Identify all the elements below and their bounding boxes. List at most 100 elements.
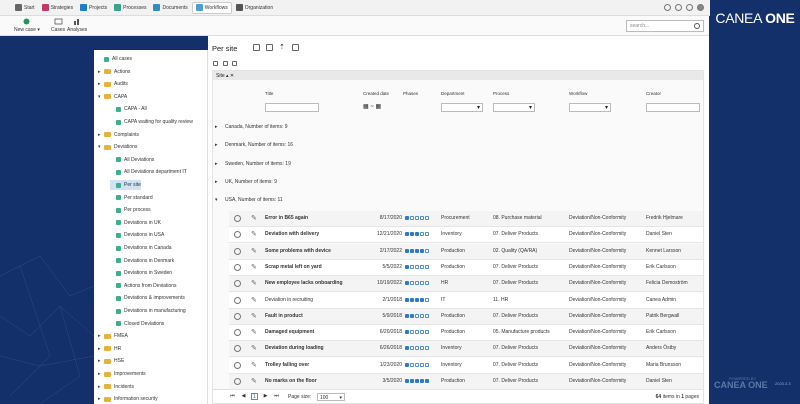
edit-icon[interactable]: ✎ bbox=[251, 248, 258, 255]
search-input[interactable]: search... bbox=[626, 20, 704, 32]
table-row[interactable]: ✎ No marks on the floor 3/5/2020 Production… bbox=[229, 374, 703, 390]
sidebar-item[interactable]: Deviations in Denmark bbox=[110, 256, 174, 266]
history-icon[interactable] bbox=[234, 215, 241, 222]
tab-workflows[interactable]: Workflows bbox=[191, 1, 232, 14]
filter-workflow[interactable]: ▾ bbox=[569, 103, 611, 112]
history-icon[interactable] bbox=[234, 296, 241, 304]
collapse-all-icon[interactable] bbox=[232, 61, 237, 66]
cell-title[interactable]: Deviation with delivery bbox=[265, 231, 319, 237]
column-phases[interactable]: Phases bbox=[403, 91, 418, 96]
sidebar-item[interactable]: Deviations in Sweden bbox=[110, 268, 172, 278]
history-icon[interactable] bbox=[234, 263, 241, 271]
edit-icon[interactable]: ✎ bbox=[251, 329, 258, 336]
column-process[interactable]: Process bbox=[493, 91, 509, 96]
filter-title[interactable] bbox=[265, 103, 319, 112]
user-avatar[interactable] bbox=[697, 4, 704, 11]
sidebar-item[interactable]: Deviations in Canada bbox=[110, 243, 172, 253]
column-created-date[interactable]: Created date bbox=[363, 91, 389, 96]
sidebar-item[interactable]: ▸ Complaints bbox=[98, 130, 139, 140]
sidebar-item[interactable]: All Deviations department IT bbox=[110, 167, 187, 177]
remove-group-icon[interactable]: ✕ bbox=[230, 73, 234, 79]
table-row[interactable]: ✎ Fault in product 5/9/2018 Production 07. D… bbox=[229, 308, 703, 325]
sidebar-item[interactable]: Actions from Deviations bbox=[110, 281, 177, 291]
sidebar-item[interactable]: Deviations in manufacturing bbox=[110, 306, 186, 316]
group-row[interactable]: ▸ UK, Number of items: 9 bbox=[215, 175, 277, 189]
table-row[interactable]: ✎ New employee lacks onboarding 10/19/2022… bbox=[229, 276, 703, 293]
last-page-button[interactable]: ⏭ bbox=[273, 393, 280, 400]
sidebar-item[interactable]: Closed Deviations bbox=[110, 319, 164, 329]
sidebar-item[interactable]: Deviations in USA bbox=[110, 230, 164, 240]
cell-title[interactable]: Damaged equipment bbox=[265, 329, 314, 335]
grouping-icon[interactable] bbox=[213, 61, 218, 66]
sidebar-item[interactable]: CAPA waiting for quality review bbox=[110, 117, 193, 127]
sidebar-item[interactable]: ▸ Improvements bbox=[98, 369, 146, 379]
cell-title[interactable]: Fault in product bbox=[265, 313, 303, 319]
tab-organization[interactable]: Organization bbox=[233, 2, 276, 14]
history-icon[interactable] bbox=[234, 312, 241, 320]
cell-title[interactable]: Deviation in recruiting bbox=[265, 297, 313, 303]
tab-strategies[interactable]: Strategies bbox=[39, 2, 77, 14]
history-icon[interactable] bbox=[234, 231, 241, 239]
sidebar-item[interactable]: ▾ CAPA bbox=[98, 92, 127, 102]
sidebar-item[interactable]: Deviations & improvements bbox=[110, 293, 185, 303]
edit-icon[interactable]: ✎ bbox=[251, 215, 258, 222]
notifications-icon[interactable] bbox=[675, 4, 682, 11]
group-toggle-icon[interactable]: ▸ bbox=[215, 142, 225, 148]
edit-icon[interactable]: ✎ bbox=[251, 297, 258, 304]
analyses-button[interactable]: Analyses bbox=[67, 18, 87, 33]
history-icon[interactable] bbox=[234, 329, 241, 337]
group-row[interactable]: ▾ USA, Number of items: 11 bbox=[215, 193, 283, 207]
sidebar-item[interactable]: ▸ HR bbox=[98, 344, 121, 354]
column-department[interactable]: Department bbox=[441, 91, 465, 96]
edit-icon[interactable]: ✎ bbox=[251, 345, 258, 352]
sidebar-item[interactable]: Per standard bbox=[110, 193, 153, 203]
search-icon[interactable] bbox=[694, 23, 700, 29]
filter-creator[interactable] bbox=[646, 103, 700, 112]
new-case-button[interactable]: New case ▾ bbox=[14, 18, 40, 33]
sidebar-item[interactable]: CAPA - All bbox=[110, 104, 147, 114]
table-row[interactable]: ✎ Deviation with delivery 12/21/2020 Invent… bbox=[229, 227, 703, 244]
sidebar-item[interactable]: ▸ FMEA bbox=[98, 331, 128, 341]
group-row[interactable]: ▸ Sweden, Number of items: 19 bbox=[215, 157, 291, 171]
history-icon[interactable] bbox=[234, 345, 241, 353]
tab-projects[interactable]: Projects bbox=[77, 2, 110, 14]
group-row[interactable]: ▸ Canada, Number of items: 9 bbox=[215, 120, 288, 134]
cell-title[interactable]: Error in B65 again bbox=[265, 215, 308, 221]
history-icon[interactable] bbox=[234, 280, 241, 288]
sidebar-item[interactable]: ▾ Deviations bbox=[98, 142, 137, 152]
table-row[interactable]: ✎ Error in B65 again 8/17/2020 Procurement 0… bbox=[229, 211, 703, 227]
history-icon[interactable] bbox=[234, 247, 241, 255]
sidebar-item[interactable]: ▸ HSE bbox=[98, 356, 124, 366]
edit-icon[interactable]: ✎ bbox=[251, 231, 258, 238]
cases-button[interactable]: Cases bbox=[51, 18, 65, 33]
upload-icon[interactable]: ⇡ bbox=[279, 44, 286, 51]
sidebar-item[interactable]: ▸ Incidents bbox=[98, 382, 134, 392]
group-row[interactable]: ▸ Denmark, Number of items: 16 bbox=[215, 138, 293, 152]
table-row[interactable]: ✎ Some problems with device 2/17/2022 Produ… bbox=[229, 243, 703, 260]
edit-icon[interactable]: ✎ bbox=[251, 280, 258, 287]
page-size-select[interactable]: 100 ▾ bbox=[317, 393, 345, 401]
edit-icon[interactable]: ✎ bbox=[251, 362, 258, 369]
table-row[interactable]: ✎ Damaged equipment 6/20/2018 Production 05.… bbox=[229, 325, 703, 342]
cell-title[interactable]: Trolley falling over bbox=[265, 362, 309, 368]
tab-processes[interactable]: Processes bbox=[111, 2, 149, 14]
cell-title[interactable]: Scrap metal left on yard bbox=[265, 264, 322, 270]
sidebar-item[interactable]: ▸ Actions bbox=[98, 67, 130, 77]
first-page-button[interactable]: ⏮ bbox=[229, 393, 236, 400]
settings-icon[interactable] bbox=[686, 4, 693, 11]
column-creator[interactable]: Creator bbox=[646, 91, 661, 96]
cell-title[interactable]: New employee lacks onboarding bbox=[265, 280, 343, 286]
sidebar-item[interactable]: Per process bbox=[110, 205, 151, 215]
edit-icon[interactable]: ✎ bbox=[251, 378, 258, 385]
print-icon[interactable] bbox=[266, 44, 273, 51]
prev-page-button[interactable]: ◀ bbox=[240, 393, 247, 400]
edit-icon[interactable]: ✎ bbox=[251, 264, 258, 271]
filter-department[interactable]: ▾ bbox=[441, 103, 483, 112]
column-workflow[interactable]: Workflow bbox=[569, 91, 587, 96]
sidebar-item[interactable]: ▸ Audits bbox=[98, 79, 128, 89]
edit-icon[interactable]: ✎ bbox=[251, 313, 258, 320]
tab-documents[interactable]: Documents bbox=[150, 2, 190, 14]
group-toggle-icon[interactable]: ▸ bbox=[215, 179, 225, 185]
sidebar-item[interactable]: All cases bbox=[98, 54, 132, 64]
table-row[interactable]: ✎ Deviation in recruiting 2/1/2018 IT 11. HR… bbox=[229, 292, 703, 309]
